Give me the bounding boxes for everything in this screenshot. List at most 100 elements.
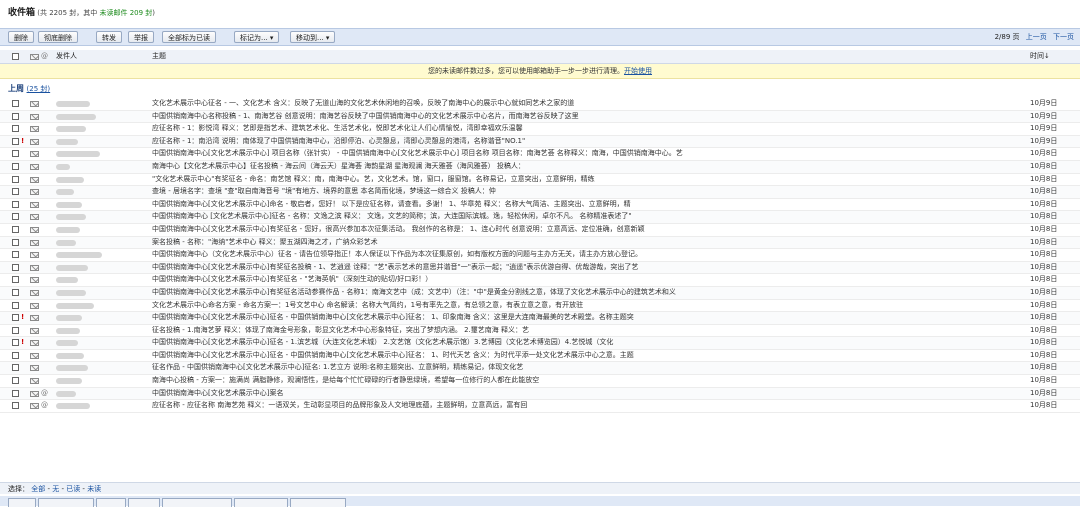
mail-subject[interactable]: 中国供销南海中心[文化艺术展示中心]有奖征名活动参赛作品 - 名称1：南海文艺中… xyxy=(152,287,1032,299)
mail-subject[interactable]: 中国供销南海中心名称投稿 - 1、南海艺谷 创意说明：南海艺谷反映了中国供销南海… xyxy=(152,111,1032,123)
row-checkbox[interactable] xyxy=(12,288,19,296)
select-all-checkbox[interactable] xyxy=(12,53,19,60)
mail-subject[interactable]: 南海中心【文化艺术展示中心】征名投稿 - 海云间（海云天）星海荟 海韵星湖 星海… xyxy=(152,161,1032,173)
mail-row[interactable]: ! 中国供销南海中心[文化艺术展示中心]征名 - 中国供销南海中心[文化艺术展示中… xyxy=(0,312,1080,325)
start-helper-link[interactable]: 开始使用 xyxy=(624,67,652,75)
row-checkbox[interactable] xyxy=(12,276,19,284)
group-count-link[interactable]: (25 封) xyxy=(27,85,51,93)
sender-redacted[interactable] xyxy=(56,189,74,196)
mail-subject[interactable]: 查境 - 居境名字：查境 "查"取自南海音号 "境"有地方、境界的意思 本名简而… xyxy=(152,186,1032,198)
row-checkbox[interactable] xyxy=(12,238,19,246)
row-checkbox[interactable] xyxy=(12,314,19,322)
next-page-link[interactable]: 下一页 xyxy=(1053,33,1074,41)
sender-redacted[interactable] xyxy=(56,403,90,410)
row-checkbox[interactable] xyxy=(12,377,19,385)
mail-row[interactable]: 南海中心投稿 - 方案一：施满尚 满脂静修，观澜悟性，是给每个忙忙碌碌的行者静思… xyxy=(0,375,1080,388)
mail-row[interactable]: ! 中国供销南海中心[文化艺术展示中心]征名 - 1.滨艺城（大连文化艺术城） 2… xyxy=(0,337,1080,350)
report-button[interactable]: 举报 xyxy=(128,31,154,43)
sender-redacted[interactable] xyxy=(56,378,82,385)
mark-all-read-button[interactable]: 全部标为已读 xyxy=(162,31,216,43)
mail-subject[interactable]: 征名投稿 - 1.南海艺萝 释义：体现了南海金号形象，彰显文化艺术中心形象特征，… xyxy=(152,325,1032,337)
select-unread-link[interactable]: 未读 xyxy=(87,485,101,493)
row-checkbox[interactable] xyxy=(12,112,19,120)
time-column-header[interactable]: 时间↓ xyxy=(1030,50,1050,63)
mark-as-dropdown[interactable]: 标记为... ▾ xyxy=(234,31,280,43)
select-read-link[interactable]: 已读 xyxy=(66,485,80,493)
row-checkbox[interactable] xyxy=(12,175,19,183)
row-checkbox[interactable] xyxy=(12,263,19,271)
sender-redacted[interactable] xyxy=(56,101,90,107)
sender-redacted[interactable] xyxy=(56,340,78,347)
select-none-link[interactable]: 无 xyxy=(52,485,59,493)
mail-subject[interactable]: 中国供销南海中心 [文化艺术展示中心]征名 - 名称：文逸之滨 释义： 文逸，文… xyxy=(152,211,1032,223)
mail-row[interactable]: 中国供销南海中心[文化艺术展示中心]命名 - 敬启者，您好！ 以下是应征名称，请… xyxy=(0,198,1080,212)
row-checkbox[interactable] xyxy=(12,188,19,196)
sender-redacted[interactable] xyxy=(56,352,84,359)
row-checkbox[interactable] xyxy=(12,162,19,170)
sender-redacted[interactable] xyxy=(56,126,86,133)
mail-subject[interactable]: "文化艺术展示中心"有奖征名 - 命名：南艺馆 释义：南，南海中心。艺，文化艺术… xyxy=(152,174,1032,186)
mail-subject[interactable]: 应征名称 - 1：南沿湾 说明：南体现了中国供销南海中心，沿即停泊、心灵憩息，湾… xyxy=(152,136,1032,148)
mail-row[interactable]: 中国供销南海中心名称投稿 - 1、南海艺谷 创意说明：南海艺谷反映了中国供销南海… xyxy=(0,110,1080,124)
mail-row[interactable]: 中国供销南海中心[文化艺术展示中心]有奖征名投稿 - 1、艺逍遥 诠释："艺"表… xyxy=(0,261,1080,275)
mail-subject[interactable]: 中国供销南海中心[文化艺术展示中心] 项目名称（张针实） - 中国供销南海中心[… xyxy=(152,148,1032,160)
row-checkbox[interactable] xyxy=(12,301,19,309)
mail-row[interactable]: 征名作品 - 中国供销南海中心[文化艺术展示中心]征名: 1.艺立方 说明:名称… xyxy=(0,362,1080,376)
sender-redacted[interactable] xyxy=(56,252,102,259)
prev-page-link[interactable]: 上一页 xyxy=(1026,33,1047,41)
sender-redacted[interactable] xyxy=(56,289,86,296)
mail-row[interactable]: 征名投稿 - 1.南海艺萝 释义：体现了南海金号形象，彰显文化艺术中心形象特征，… xyxy=(0,324,1080,338)
row-checkbox[interactable] xyxy=(12,213,19,221)
mail-subject[interactable]: 应征名称 - 1：影悦湾 释义：艺即是指艺术、建筑艺术化、生活艺术化，悦即艺术化… xyxy=(152,123,1032,135)
sender-redacted[interactable] xyxy=(56,239,76,246)
sender-redacted[interactable] xyxy=(56,163,70,170)
row-checkbox[interactable] xyxy=(12,389,19,397)
select-all-link[interactable]: 全部 xyxy=(31,485,45,493)
mail-subject[interactable]: 南海中心投稿 - 方案一：施满尚 满脂静修，观澜悟性，是给每个忙忙碌碌的行者静思… xyxy=(152,375,1032,387)
mail-subject[interactable]: 案名投稿 - 名称："海纳"艺术中心 释义：聚五湖四海之才，广纳众彩艺术 xyxy=(152,237,1032,249)
mail-subject[interactable]: 文化艺术展示中心命名方案 - 命名方案一：1号文艺中心 命名解读：名称大气简约，… xyxy=(152,300,1032,312)
mail-row[interactable]: 应征名称 - 1：影悦湾 释义：艺即是指艺术、建筑艺术化、生活艺术化，悦即艺术化… xyxy=(0,123,1080,136)
sender-redacted[interactable] xyxy=(56,214,86,221)
mail-row[interactable]: 中国供销南海中心（文化艺术展示中心）征名 - 请告位领导指正！本人保证以下作品为… xyxy=(0,249,1080,262)
row-checkbox[interactable] xyxy=(12,225,19,233)
sender-redacted[interactable] xyxy=(56,302,94,309)
sender-redacted[interactable] xyxy=(56,138,78,145)
sender-redacted[interactable] xyxy=(56,315,82,322)
row-checkbox[interactable] xyxy=(12,402,19,410)
row-checkbox[interactable] xyxy=(12,150,19,158)
mail-row[interactable]: 中国供销南海中心[文化艺术展示中心]有奖征名活动参赛作品 - 名称1：南海文艺中… xyxy=(0,286,1080,300)
mail-row[interactable]: 案名投稿 - 名称："海纳"艺术中心 释义：聚五湖四海之才，广纳众彩艺术 10月8… xyxy=(0,236,1080,250)
row-checkbox[interactable] xyxy=(12,100,19,107)
sender-redacted[interactable] xyxy=(56,365,88,372)
mail-row[interactable]: 中国供销南海中心 [文化艺术展示中心]征名 - 名称：文逸之滨 释义： 文逸，文… xyxy=(0,211,1080,224)
mail-subject[interactable]: 中国供销南海中心[文化艺术展示中心]征名 - 1.滨艺城（大连文化艺术城） 2.… xyxy=(152,337,1032,349)
mail-row[interactable]: 中国供销南海中心[文化艺术展示中心]征名 - 中国供销南海中心[文化艺术展示中心… xyxy=(0,349,1080,363)
permanent-delete-button[interactable]: 彻底删除 xyxy=(38,31,78,43)
row-checkbox[interactable] xyxy=(12,364,19,372)
mail-subject[interactable]: 征名作品 - 中国供销南海中心[文化艺术展示中心]征名: 1.艺立方 说明:名称… xyxy=(152,362,1032,374)
mail-row[interactable]: @ 应征名称 - 应征名称 南海艺苑 释义：一语双关，生动彰显项目的品牌形象及人文… xyxy=(0,400,1080,413)
mail-row[interactable]: @ 中国供销南海中心[文化艺术展示中心]案名 10月8日 xyxy=(0,387,1080,401)
sender-redacted[interactable] xyxy=(56,264,88,271)
mail-row[interactable]: 文化艺术展示中心征名 - 一、文化艺术 含义：反映了无道山海的文化艺术休闲地的召… xyxy=(0,98,1080,111)
sender-redacted[interactable] xyxy=(56,226,80,233)
row-checkbox[interactable] xyxy=(12,137,19,145)
sender-redacted[interactable] xyxy=(56,390,76,397)
mail-row[interactable]: 南海中心【文化艺术展示中心】征名投稿 - 海云间（海云天）星海荟 海韵星湖 星海… xyxy=(0,160,1080,174)
forward-button[interactable]: 转发 xyxy=(96,31,122,43)
sender-redacted[interactable] xyxy=(56,277,78,284)
mail-row[interactable]: 文化艺术展示中心命名方案 - 命名方案一：1号文艺中心 命名解读：名称大气简约，… xyxy=(0,299,1080,313)
mail-subject[interactable]: 中国供销南海中心[文化艺术展示中心]有奖征名投稿 - 1、艺逍遥 诠释："艺"表… xyxy=(152,262,1032,274)
row-checkbox[interactable] xyxy=(12,251,19,259)
sender-redacted[interactable] xyxy=(56,327,80,334)
mail-subject[interactable]: 中国供销南海中心[文化艺术展示中心]征名 - 中国供销南海中心[文化艺术展示中心… xyxy=(152,350,1032,362)
sender-column-header[interactable]: 发件人 xyxy=(56,50,77,63)
move-to-dropdown[interactable]: 移动到... ▾ xyxy=(290,31,336,43)
mail-subject[interactable]: 文化艺术展示中心征名 - 一、文化艺术 含义：反映了无道山海的文化艺术休闲地的召… xyxy=(152,98,1032,110)
row-checkbox[interactable] xyxy=(12,200,19,208)
row-checkbox[interactable] xyxy=(12,351,19,359)
mail-row[interactable]: ! 应征名称 - 1：南沿湾 说明：南体现了中国供销南海中心，沿即停泊、心灵憩息，… xyxy=(0,135,1080,149)
delete-button[interactable]: 删除 xyxy=(8,31,34,43)
row-checkbox[interactable] xyxy=(12,125,19,133)
